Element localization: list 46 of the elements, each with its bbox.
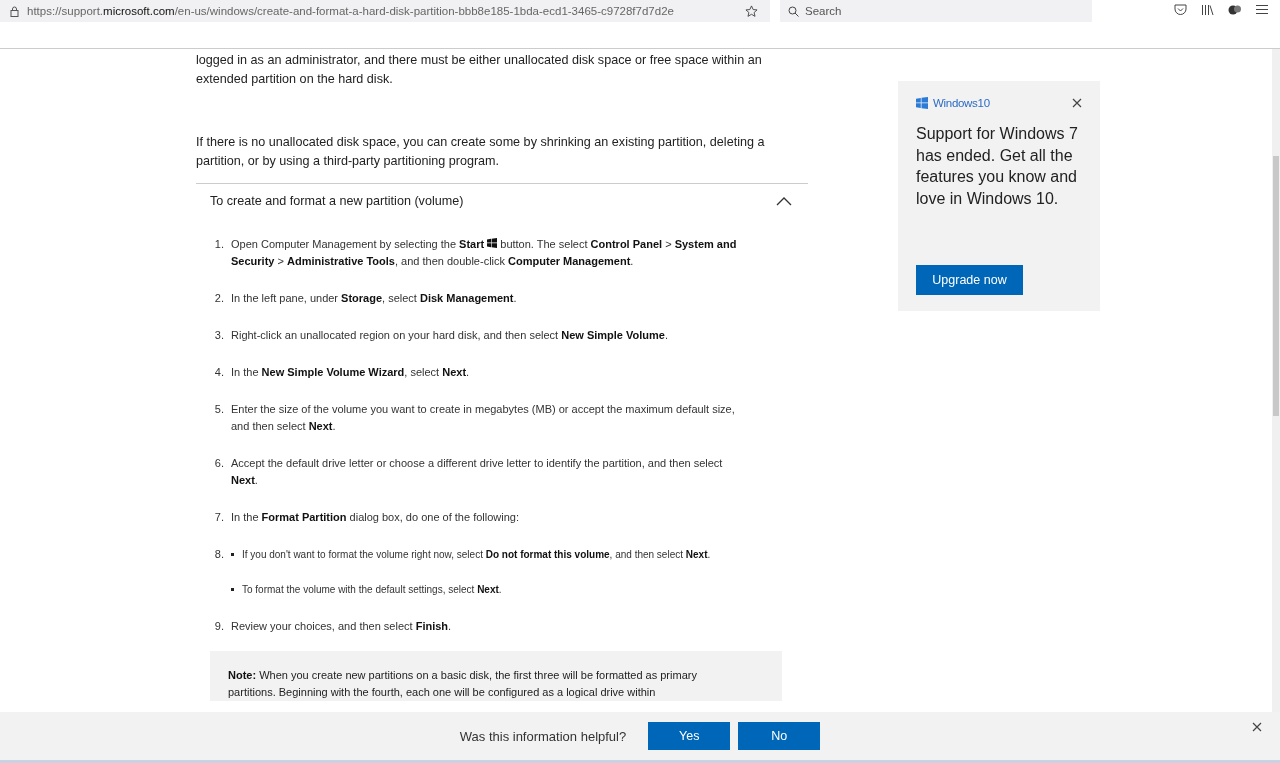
- step-text: Accept the default drive letter or choose a different drive letter to identify the partition, and then select Next.: [231, 456, 724, 488]
- step-number: 3.: [213, 328, 224, 343]
- address-bar[interactable]: https://support.microsoft.com/en-us/windows/create-and-format-a-hard-disk-partition-bbb8e185-1bda-ecd1-3465-c9728f7d7d2e: [0, 0, 770, 22]
- bullet-text: To format the volume with the default settings, select Next.: [242, 583, 502, 597]
- paragraph: If there is no unallocated disk space, you can create some by shrinking an existing partition, deleting a partition, or by using a third-party partitioning program.: [196, 134, 766, 170]
- paragraph: logged in as an administrator, and there must be either unallocated disk space or free space within an extended partition on the hard disk.: [196, 52, 763, 88]
- step-number: 7.: [213, 510, 224, 525]
- pocket-icon[interactable]: [1174, 4, 1187, 16]
- section-header[interactable]: To create and format a new partition (volume): [196, 184, 808, 218]
- step-number: 2.: [213, 291, 224, 306]
- step-text: Review your choices, and then select Finish.: [231, 619, 452, 634]
- search-field[interactable]: Search: [780, 0, 1092, 22]
- bullet-icon: [231, 588, 234, 591]
- windows-logo-icon: [916, 97, 928, 109]
- star-icon[interactable]: [745, 4, 758, 18]
- feedback-button[interactable]: No: [738, 722, 821, 750]
- feedback-button[interactable]: Yes: [648, 722, 731, 750]
- extension-icon[interactable]: [1228, 4, 1242, 16]
- step-text: Right-click an unallocated region on your hard disk, and then select New Simple Volume.: [231, 328, 668, 343]
- lock-icon: [10, 5, 19, 17]
- feedback-question: Was this information helpful?: [459, 728, 627, 744]
- scrollbar[interactable]: [1272, 49, 1280, 713]
- step-text: In the Format Partition dialog box, do one of the following:: [231, 510, 519, 525]
- upgrade-button[interactable]: Upgrade now: [916, 265, 1023, 295]
- brand-name: Windows10: [933, 97, 990, 109]
- search-icon: [788, 5, 799, 17]
- step-number: 9.: [213, 619, 224, 634]
- promo-message: Support for Windows 7 has ended. Get all the features you know and love in Windows 10.: [916, 124, 1079, 209]
- url-text: https://support.microsoft.com/en-us/windows/create-and-format-a-hard-disk-partition-bbb8e185-1bda-ecd1-3465-c9728f7d7d2e: [27, 5, 675, 17]
- step-text: Enter the size of the volume you want to create in megabytes (MB) or accept the maximum default size, and then select Next.: [231, 402, 736, 434]
- step-text: Open Computer Management by selecting the Start button. The select Control Panel > System and Security > Administrative Tools, and then double-click Computer Management.: [231, 237, 738, 269]
- step-number: 6.: [213, 456, 224, 471]
- step-number: 8.: [213, 547, 224, 562]
- windows-logo-icon: [487, 238, 498, 248]
- step-text: In the New Simple Volume Wizard, select Next.: [231, 365, 470, 380]
- close-button[interactable]: [1252, 722, 1262, 732]
- bullet-text: If you don't want to format the volume right now, select Do not format this volume, and then select Next.: [242, 548, 711, 562]
- step-text: In the left pane, under Storage, select Disk Management.: [231, 291, 517, 306]
- step-number: 4.: [213, 365, 224, 380]
- step-number: 5.: [213, 402, 224, 417]
- close-button[interactable]: [1072, 98, 1082, 108]
- menu-icon[interactable]: [1256, 4, 1268, 15]
- library-icon[interactable]: [1201, 4, 1214, 16]
- note-box: Note: When you create new partitions on a basic disk, the first three will be formatted as primary partitions. Beginning with the fourth, each one will be configured as a logical drive within: [210, 651, 782, 701]
- step-number: 1.: [213, 237, 224, 252]
- bullet-icon: [231, 553, 234, 556]
